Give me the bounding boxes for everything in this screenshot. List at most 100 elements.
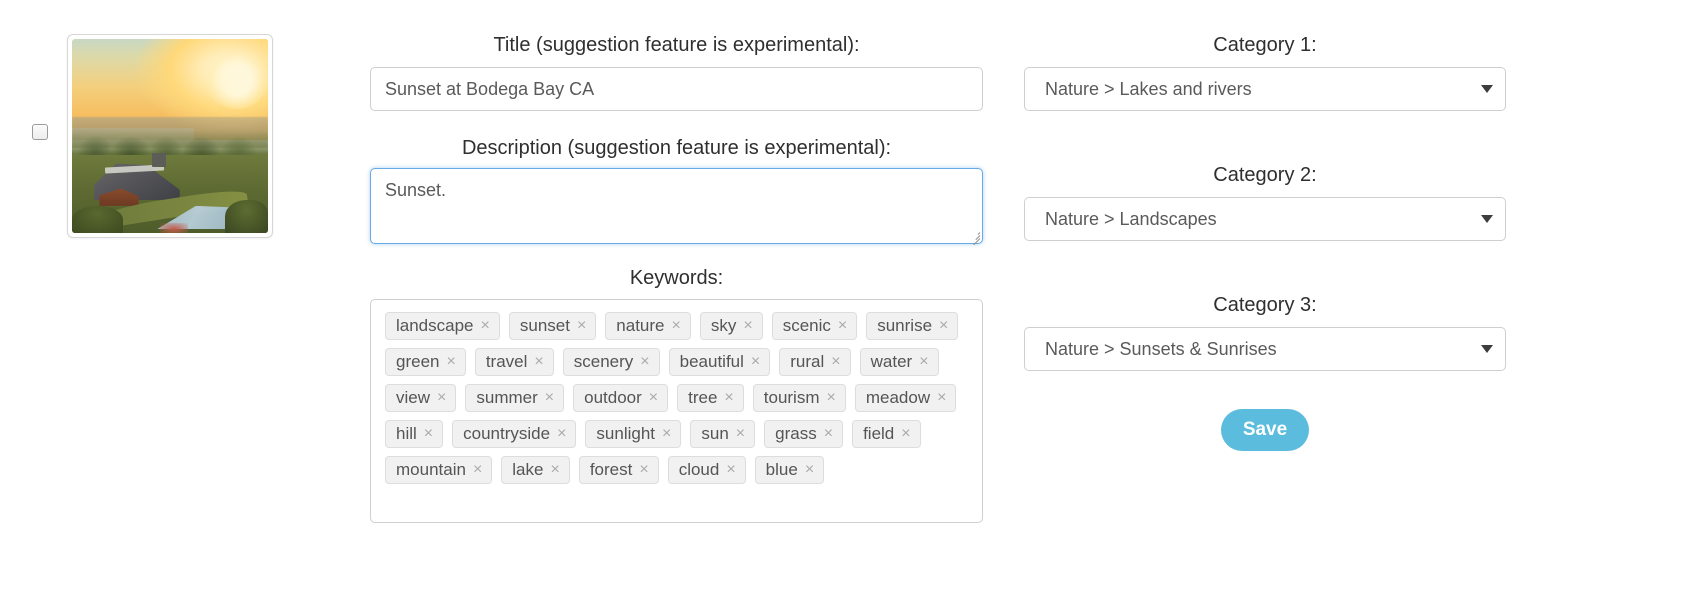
thumbnail-artwork bbox=[72, 39, 268, 233]
category-2-select[interactable]: Nature > Landscapes bbox=[1024, 197, 1506, 241]
remove-keyword-icon[interactable]: × bbox=[751, 354, 760, 370]
foreground-bush-right bbox=[224, 200, 268, 233]
remove-keyword-icon[interactable]: × bbox=[545, 390, 554, 406]
remove-keyword-icon[interactable]: × bbox=[640, 354, 649, 370]
remove-keyword-icon[interactable]: × bbox=[831, 354, 840, 370]
keyword-chip-label: view bbox=[396, 388, 431, 407]
description-textarea[interactable]: Sunset. bbox=[370, 168, 983, 244]
remove-keyword-icon[interactable]: × bbox=[937, 390, 946, 406]
keyword-chip-label: meadow bbox=[865, 388, 931, 407]
keyword-chip[interactable]: water × bbox=[859, 348, 939, 376]
remove-keyword-icon[interactable]: × bbox=[724, 390, 733, 406]
keyword-chip-label: tourism bbox=[763, 388, 820, 407]
category-3-label: Category 3: bbox=[1213, 294, 1317, 316]
thumbnail-column bbox=[0, 0, 360, 601]
remove-keyword-icon[interactable]: × bbox=[939, 318, 948, 334]
keyword-chip-label: outdoor bbox=[584, 388, 642, 407]
keyword-chip-label: sunlight bbox=[596, 424, 656, 443]
remove-keyword-icon[interactable]: × bbox=[534, 354, 543, 370]
keyword-chip-label: field bbox=[863, 424, 895, 443]
keyword-chip[interactable]: green × bbox=[385, 348, 466, 376]
keyword-chip[interactable]: grass × bbox=[764, 420, 844, 448]
keyword-chip-label: hill bbox=[396, 424, 417, 443]
keyword-chip[interactable]: hill × bbox=[385, 420, 444, 448]
remove-keyword-icon[interactable]: × bbox=[437, 390, 446, 406]
keyword-chip-label: sunrise bbox=[877, 316, 933, 335]
keyword-chip-label: sun bbox=[701, 424, 729, 443]
keyword-chip[interactable]: tourism × bbox=[752, 384, 846, 412]
keyword-chip[interactable]: meadow × bbox=[854, 384, 957, 412]
remove-keyword-icon[interactable]: × bbox=[672, 318, 681, 334]
remove-keyword-icon[interactable]: × bbox=[827, 390, 836, 406]
remove-keyword-icon[interactable]: × bbox=[473, 462, 482, 478]
remove-keyword-icon[interactable]: × bbox=[577, 318, 586, 334]
keyword-chip-label: summer bbox=[476, 388, 538, 407]
keyword-chip[interactable]: sky × bbox=[699, 312, 763, 340]
keyword-chip-label: water bbox=[870, 352, 913, 371]
remove-keyword-icon[interactable]: × bbox=[649, 390, 658, 406]
keyword-chip-label: green bbox=[396, 352, 440, 371]
title-input[interactable] bbox=[370, 67, 983, 111]
keyword-chip[interactable]: forest × bbox=[578, 456, 659, 484]
remove-keyword-icon[interactable]: × bbox=[550, 462, 559, 478]
keyword-chip[interactable]: travel × bbox=[474, 348, 554, 376]
keyword-chip[interactable]: scenery × bbox=[562, 348, 660, 376]
keyword-chip-list: landscape × sunset × nature × sky × scenic × sunri… bbox=[385, 312, 970, 484]
keyword-chip[interactable]: rural × bbox=[779, 348, 851, 376]
keyword-chip[interactable]: cloud × bbox=[667, 456, 746, 484]
remove-keyword-icon[interactable]: × bbox=[838, 318, 847, 334]
keyword-chip[interactable]: mountain × bbox=[385, 456, 493, 484]
keyword-chip-label: countryside bbox=[463, 424, 551, 443]
save-button[interactable]: Save bbox=[1220, 409, 1310, 451]
keyword-chip[interactable]: tree × bbox=[677, 384, 744, 412]
category-1-label: Category 1: bbox=[1213, 34, 1317, 56]
remove-keyword-icon[interactable]: × bbox=[557, 426, 566, 442]
category-1-select[interactable]: Nature > Lakes and rivers bbox=[1024, 67, 1506, 111]
keyword-chip[interactable]: beautiful × bbox=[668, 348, 771, 376]
keyword-chip[interactable]: field × bbox=[852, 420, 921, 448]
keyword-chip-label: sky bbox=[710, 316, 737, 335]
keyword-chip[interactable]: scenic × bbox=[771, 312, 858, 340]
keyword-chip-label: blue bbox=[765, 460, 798, 479]
keyword-chip[interactable]: sunset × bbox=[508, 312, 597, 340]
keyword-chip[interactable]: sun × bbox=[690, 420, 756, 448]
keyword-chip-label: cloud bbox=[678, 460, 720, 479]
keyword-chip[interactable]: landscape × bbox=[385, 312, 500, 340]
remove-keyword-icon[interactable]: × bbox=[481, 318, 490, 334]
remove-keyword-icon[interactable]: × bbox=[639, 462, 648, 478]
remove-keyword-icon[interactable]: × bbox=[805, 462, 814, 478]
keyword-chip-label: lake bbox=[512, 460, 544, 479]
image-thumbnail[interactable] bbox=[67, 34, 273, 238]
keyword-chip[interactable]: sunlight × bbox=[585, 420, 682, 448]
keyword-chip-label: beautiful bbox=[679, 352, 744, 371]
keyword-chip[interactable]: sunrise × bbox=[866, 312, 959, 340]
keyword-chip-label: rural bbox=[790, 352, 825, 371]
keyword-chip-label: scenery bbox=[573, 352, 634, 371]
remove-keyword-icon[interactable]: × bbox=[446, 354, 455, 370]
title-label: Title (suggestion feature is experimenta… bbox=[493, 34, 860, 56]
remove-keyword-icon[interactable]: × bbox=[736, 426, 745, 442]
keyword-chip[interactable]: lake × bbox=[501, 456, 570, 484]
sun-icon bbox=[205, 50, 268, 109]
keyword-chip[interactable]: countryside × bbox=[452, 420, 577, 448]
remove-keyword-icon[interactable]: × bbox=[726, 462, 735, 478]
category-3-select[interactable]: Nature > Sunsets & Sunrises bbox=[1024, 327, 1506, 371]
remove-keyword-icon[interactable]: × bbox=[662, 426, 671, 442]
keyword-chip[interactable]: view × bbox=[385, 384, 457, 412]
remove-keyword-icon[interactable]: × bbox=[424, 426, 433, 442]
keyword-chip[interactable]: outdoor × bbox=[573, 384, 669, 412]
select-image-checkbox[interactable] bbox=[32, 124, 48, 140]
category-2-label: Category 2: bbox=[1213, 164, 1317, 186]
remove-keyword-icon[interactable]: × bbox=[901, 426, 910, 442]
remove-keyword-icon[interactable]: × bbox=[824, 426, 833, 442]
keywords-input-container[interactable]: landscape × sunset × nature × sky × scenic × sunri… bbox=[370, 299, 983, 523]
description-label: Description (suggestion feature is exper… bbox=[461, 137, 892, 159]
remove-keyword-icon[interactable]: × bbox=[743, 318, 752, 334]
chimney bbox=[152, 153, 167, 168]
keyword-chip[interactable]: nature × bbox=[605, 312, 691, 340]
remove-keyword-icon[interactable]: × bbox=[919, 354, 928, 370]
keyword-chip-label: sunset bbox=[519, 316, 570, 335]
keyword-chip-label: tree bbox=[688, 388, 718, 407]
keyword-chip[interactable]: blue × bbox=[754, 456, 825, 484]
keyword-chip[interactable]: summer × bbox=[465, 384, 565, 412]
